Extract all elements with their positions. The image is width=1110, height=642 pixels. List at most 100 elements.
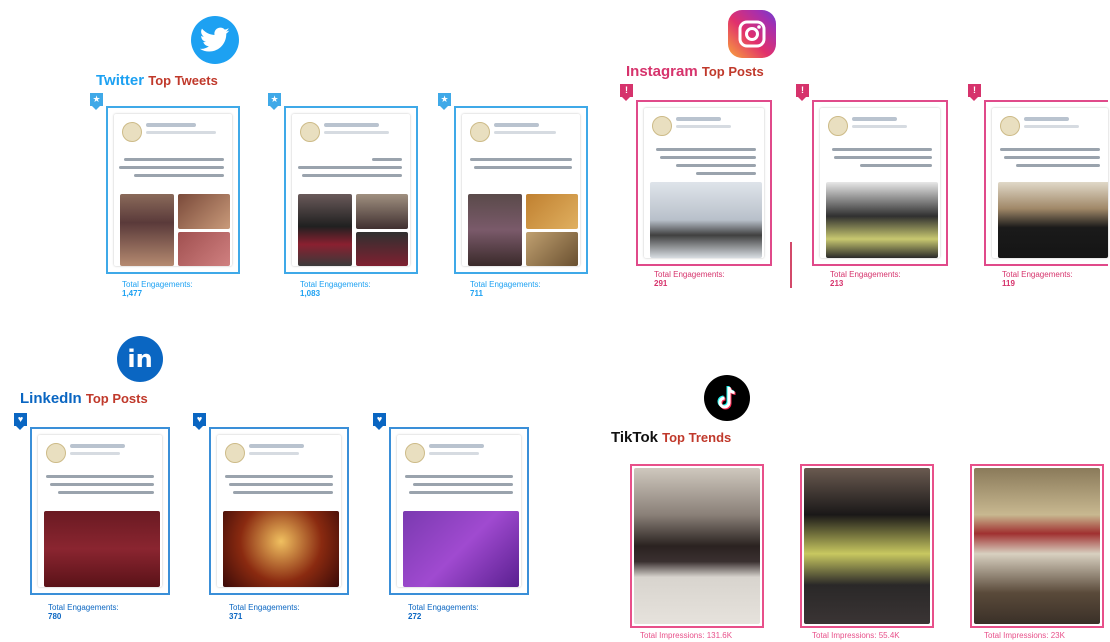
tweet-text xyxy=(302,174,402,177)
post-text xyxy=(656,148,756,151)
impressions-label: Total Impressions: 23K xyxy=(984,631,1065,640)
engagement-stat: Total Engagements: 1,083 xyxy=(300,280,371,298)
account-name xyxy=(852,117,897,121)
tweet-card[interactable] xyxy=(106,106,240,274)
engagement-value: 371 xyxy=(229,612,243,621)
instagram-title: Instagram Top Posts xyxy=(626,63,764,80)
impressions-stat: Total Impressions: 23K xyxy=(984,631,1065,640)
instagram-post-card[interactable] xyxy=(812,100,948,266)
linkedin-post-card[interactable] xyxy=(209,427,349,595)
heart-badge: ♥ xyxy=(373,413,386,430)
post-photo xyxy=(826,182,938,258)
avatar xyxy=(122,122,142,142)
engagement-label: Total Engagements: xyxy=(654,270,725,279)
engagement-label: Total Engagements: xyxy=(830,270,901,279)
account-name xyxy=(1024,117,1069,121)
post-graphic xyxy=(223,511,339,587)
impressions-label: Total Impressions: 131.6K xyxy=(640,631,733,640)
account-handle xyxy=(852,125,907,128)
video-thumbnail xyxy=(974,468,1100,624)
linkedin-title: LinkedIn Top Posts xyxy=(20,390,148,407)
post-text xyxy=(413,483,513,486)
tweet-card[interactable] xyxy=(454,106,588,274)
tiktok-video-card[interactable] xyxy=(630,464,764,628)
tiktok-subtitle: Top Trends xyxy=(662,430,732,445)
impressions-label: Total Impressions: 55.4K xyxy=(812,631,900,640)
engagement-stat: Total Engagements: 780 xyxy=(48,603,119,621)
tweet-photo xyxy=(468,194,522,266)
engagement-value: 272 xyxy=(408,612,422,621)
tweet-photo xyxy=(178,232,230,266)
avatar xyxy=(1000,116,1020,136)
engagement-label: Total Engagements: xyxy=(48,603,119,612)
account-name xyxy=(146,123,196,127)
instagram-logo xyxy=(728,10,776,58)
star-badge: ★ xyxy=(438,93,451,110)
post-text xyxy=(660,156,756,159)
avatar xyxy=(46,443,66,463)
tweet-text xyxy=(470,158,572,161)
engagement-value: 1,477 xyxy=(122,289,143,298)
tiktok-video-card[interactable] xyxy=(800,464,934,628)
instagram-post-card[interactable] xyxy=(984,100,1108,266)
account-name xyxy=(429,444,484,448)
post-preview xyxy=(38,435,162,587)
tweet-photo xyxy=(298,194,352,266)
tweet-photo xyxy=(120,194,174,266)
post-text xyxy=(233,491,333,494)
engagement-stat: Total Engagements: 711 xyxy=(470,280,541,298)
tiktok-title: TikTok Top Trends xyxy=(611,429,731,446)
twitter-logo xyxy=(191,16,239,64)
tweet-photo xyxy=(526,194,578,229)
linkedin-subtitle: Top Posts xyxy=(85,391,148,406)
engagement-label: Total Engagements: xyxy=(408,603,479,612)
tiktok-video-card[interactable] xyxy=(970,464,1104,628)
post-graphic xyxy=(403,511,519,587)
heart-badge: ♥ xyxy=(193,413,206,430)
post-preview xyxy=(217,435,341,587)
post-preview xyxy=(992,108,1108,258)
tweet-photo xyxy=(526,232,578,266)
tweet-text xyxy=(298,166,402,169)
post-text xyxy=(58,491,154,494)
post-photo xyxy=(998,182,1108,258)
avatar xyxy=(470,122,490,142)
engagement-label: Total Engagements: xyxy=(1002,270,1073,279)
engagement-value: 291 xyxy=(654,279,668,288)
divider xyxy=(790,242,792,288)
post-text xyxy=(860,164,932,167)
account-handle xyxy=(429,452,479,455)
post-text xyxy=(229,483,333,486)
post-text xyxy=(409,491,513,494)
post-text xyxy=(1004,156,1100,159)
linkedin-post-card[interactable] xyxy=(30,427,170,595)
engagement-label: Total Engagements: xyxy=(300,280,371,289)
engagement-label: Total Engagements: xyxy=(470,280,541,289)
instagram-post-card[interactable] xyxy=(636,100,772,266)
engagement-stat: Total Engagements: 291 xyxy=(654,270,725,288)
star-badge: ★ xyxy=(90,93,103,110)
video-thumbnail xyxy=(804,468,930,624)
engagement-stat: Total Engagements: 119 xyxy=(1002,270,1073,288)
twitter-title: Twitter Top Tweets xyxy=(96,72,218,89)
post-text xyxy=(832,148,932,151)
tweet-text xyxy=(474,166,572,169)
avatar xyxy=(828,116,848,136)
impressions-stat: Total Impressions: 131.6K xyxy=(640,631,732,640)
post-preview xyxy=(644,108,764,258)
tiktok-logo xyxy=(704,375,750,421)
linkedin-in-icon: in xyxy=(127,345,153,373)
alert-badge: ! xyxy=(968,84,981,101)
avatar xyxy=(300,122,320,142)
post-preview xyxy=(820,108,940,258)
twitter-bird-icon xyxy=(200,27,230,52)
linkedin-post-card[interactable] xyxy=(389,427,529,595)
linkedin-brand: LinkedIn xyxy=(20,390,82,407)
tweet-photo xyxy=(356,194,408,229)
account-name xyxy=(249,444,304,448)
engagement-stat: Total Engagements: 1,477 xyxy=(122,280,193,298)
post-text xyxy=(696,172,756,175)
tweet-preview xyxy=(462,114,580,266)
tweet-card[interactable] xyxy=(284,106,418,274)
account-handle xyxy=(494,131,556,134)
